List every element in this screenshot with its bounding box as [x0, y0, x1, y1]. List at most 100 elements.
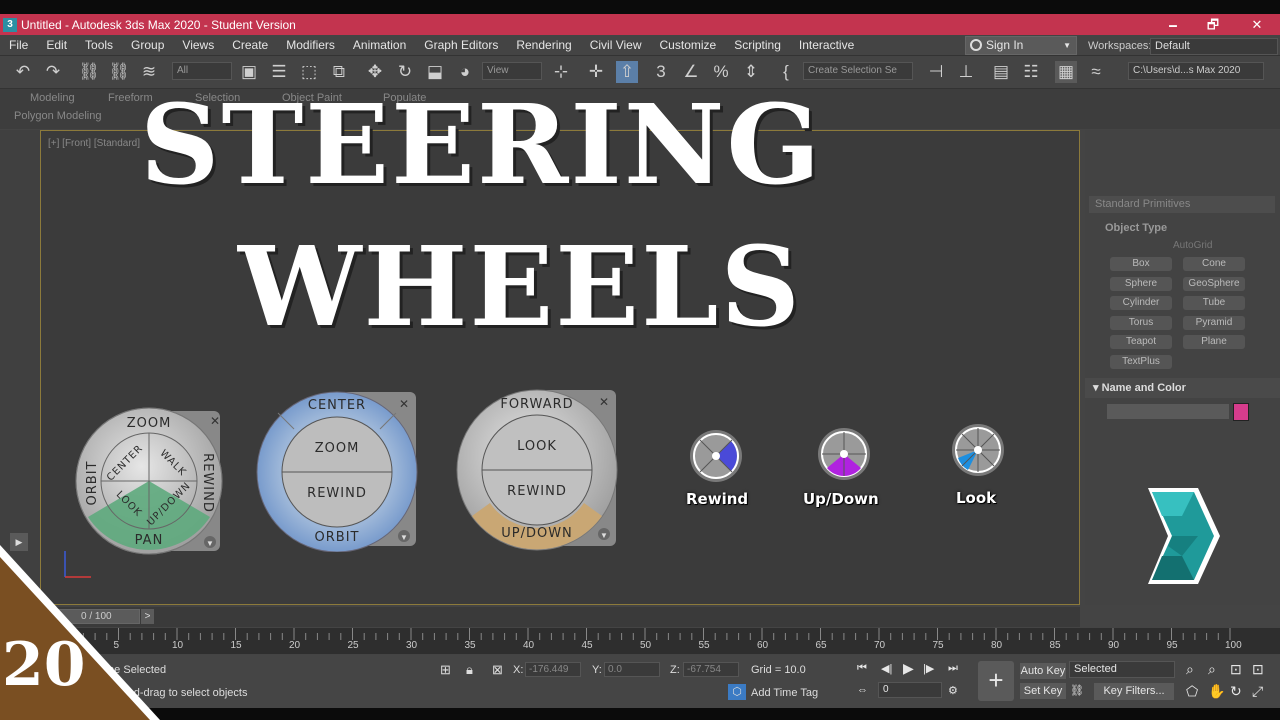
wheel-full-zoom[interactable]: ZOOM: [127, 416, 172, 431]
tour-building-wheel[interactable]: FORWARD LOOK REWIND UP/DOWN ✕ ▼: [454, 388, 620, 552]
torus-button[interactable]: Torus: [1110, 316, 1172, 330]
isolate-icon[interactable]: ⊞: [440, 662, 451, 678]
menu-customize[interactable]: Customize: [651, 38, 726, 52]
workspace-select[interactable]: Default: [1150, 38, 1278, 55]
current-frame-field[interactable]: 0: [878, 682, 942, 698]
teapot-button[interactable]: Teapot: [1110, 335, 1172, 349]
go-to-start-icon[interactable]: ⏮: [857, 662, 867, 675]
menu-civil-view[interactable]: Civil View: [581, 38, 651, 52]
mini-wheel-rewind[interactable]: [688, 428, 744, 484]
zoom-icon[interactable]: ⌕: [1186, 661, 1194, 678]
cone-button[interactable]: Cone: [1183, 257, 1245, 271]
box-button[interactable]: Box: [1110, 257, 1172, 271]
menu-modifiers[interactable]: Modifiers: [277, 38, 344, 52]
y-coordinate-field[interactable]: 0.0: [604, 662, 660, 677]
close-icon[interactable]: ✕: [399, 397, 409, 411]
orbit-icon[interactable]: ↻: [1230, 683, 1242, 700]
mini-wheel-updown[interactable]: [816, 426, 872, 482]
undo-icon[interactable]: ↶: [12, 61, 34, 83]
zoom-extents-icon[interactable]: ⊡: [1230, 661, 1242, 678]
align-icon[interactable]: ⊥: [955, 61, 977, 83]
close-button[interactable]: ✕: [1242, 14, 1272, 35]
x-coordinate-field[interactable]: -176.449: [525, 662, 581, 677]
wheel-object-orbit[interactable]: ORBIT: [315, 530, 360, 545]
pan-view-icon[interactable]: ✋: [1208, 683, 1225, 700]
link-icon[interactable]: ⛓: [78, 61, 100, 83]
sphere-button[interactable]: Sphere: [1110, 277, 1172, 291]
view-object-wheel[interactable]: CENTER ZOOM REWIND ORBIT ✕ ▼: [254, 390, 420, 552]
viewport-label[interactable]: [+] [Front] [Standard]: [48, 138, 140, 149]
close-icon[interactable]: ✕: [599, 395, 609, 409]
ribbon-polygon-modeling[interactable]: Polygon Modeling: [14, 110, 101, 122]
chevron-down-icon[interactable]: ▼: [206, 539, 214, 548]
reference-coordinate-select[interactable]: View: [482, 62, 542, 80]
wheel-object-zoom[interactable]: ZOOM: [315, 441, 360, 456]
full-navigation-wheel[interactable]: ZOOM ORBIT REWIND CENTER WALK LOOK UP/DO…: [74, 405, 224, 557]
menu-animation[interactable]: Animation: [344, 38, 415, 52]
primitive-type-select[interactable]: Standard Primitives: [1089, 196, 1275, 213]
textplus-button[interactable]: TextPlus: [1110, 355, 1172, 369]
selection-filter-select[interactable]: All: [172, 62, 232, 80]
previous-frame-icon[interactable]: ◀|: [881, 662, 892, 675]
wheel-tour-look[interactable]: LOOK: [517, 439, 557, 454]
add-time-tag-button[interactable]: Add Time Tag: [751, 687, 818, 699]
curve-editor-icon[interactable]: ≈: [1085, 61, 1107, 83]
wheel-object-center[interactable]: CENTER: [308, 398, 366, 413]
wheel-tour-forward[interactable]: FORWARD: [500, 397, 573, 412]
absolute-mode-icon[interactable]: ⊠: [492, 662, 503, 678]
menu-edit[interactable]: Edit: [37, 38, 76, 52]
name-and-color-header[interactable]: ▾ Name and Color: [1093, 381, 1186, 394]
key-filters-button[interactable]: Key Filters...: [1094, 683, 1174, 700]
auto-key-button[interactable]: Auto Key: [1020, 663, 1066, 679]
go-to-end-icon[interactable]: ⏭: [948, 662, 958, 675]
chevron-down-icon[interactable]: ▼: [400, 533, 408, 542]
lock-icon[interactable]: 🔒︎: [466, 662, 473, 678]
wheel-tour-updown[interactable]: UP/DOWN: [501, 526, 573, 541]
object-name-field[interactable]: [1107, 404, 1229, 419]
close-icon[interactable]: ✕: [210, 414, 220, 428]
set-keys-button[interactable]: +: [978, 661, 1014, 701]
autogrid-checkbox[interactable]: AutoGrid: [1173, 240, 1212, 251]
time-tag-icon[interactable]: ⬡: [728, 684, 746, 700]
zoom-extents-all-icon[interactable]: ⊡: [1252, 661, 1264, 678]
scene-explorer-icon[interactable]: ▤: [990, 61, 1012, 83]
mirror-icon[interactable]: ⊣: [925, 61, 947, 83]
tube-button[interactable]: Tube: [1183, 296, 1245, 310]
field-of-view-icon[interactable]: ⬠: [1186, 683, 1198, 700]
wheel-tour-rewind[interactable]: REWIND: [507, 484, 567, 499]
wheel-full-rewind[interactable]: REWIND: [200, 453, 215, 513]
next-frame-icon[interactable]: |▶: [923, 662, 934, 675]
menu-file[interactable]: File: [0, 38, 37, 52]
ribbon-toggle-icon[interactable]: ▦: [1055, 61, 1077, 83]
maximize-button[interactable]: 🗗: [1198, 14, 1228, 35]
time-configuration-icon[interactable]: ⚙: [948, 684, 958, 697]
set-key-button[interactable]: Set Key: [1020, 683, 1066, 699]
maximize-viewport-icon[interactable]: ⤢: [1252, 683, 1263, 700]
named-selection-select[interactable]: Create Selection Se: [803, 62, 913, 80]
sign-in-button[interactable]: Sign In ▼: [965, 36, 1077, 55]
unlink-icon[interactable]: ⛓: [108, 61, 130, 83]
plane-button[interactable]: Plane: [1183, 335, 1245, 349]
redo-icon[interactable]: ↷: [42, 61, 64, 83]
menu-create[interactable]: Create: [223, 38, 277, 52]
wheel-object-rewind[interactable]: REWIND: [307, 486, 367, 501]
zoom-all-icon[interactable]: ⌕: [1208, 661, 1216, 678]
key-set-select[interactable]: Selected: [1069, 661, 1175, 678]
layer-explorer-icon[interactable]: ☷: [1020, 61, 1042, 83]
object-type-header[interactable]: Object Type: [1105, 222, 1167, 234]
minimize-button[interactable]: 🗕: [1158, 14, 1188, 35]
menu-graph-editors[interactable]: Graph Editors: [415, 38, 507, 52]
key-mode-icon[interactable]: ⛓: [1070, 684, 1084, 697]
mini-wheel-look[interactable]: [950, 422, 1006, 478]
cylinder-button[interactable]: Cylinder: [1110, 296, 1172, 310]
chevron-down-icon[interactable]: ▼: [600, 531, 608, 540]
wheel-full-orbit[interactable]: ORBIT: [85, 461, 100, 506]
menu-tools[interactable]: Tools: [76, 38, 122, 52]
object-color-swatch[interactable]: [1233, 403, 1249, 421]
menu-interactive[interactable]: Interactive: [790, 38, 863, 52]
ribbon-tab-modeling[interactable]: Modeling: [30, 92, 75, 104]
app-icon[interactable]: 3: [3, 17, 17, 32]
menu-scripting[interactable]: Scripting: [725, 38, 790, 52]
project-path-field[interactable]: C:\Users\d...s Max 2020: [1128, 62, 1264, 80]
geosphere-button[interactable]: GeoSphere: [1183, 277, 1245, 291]
